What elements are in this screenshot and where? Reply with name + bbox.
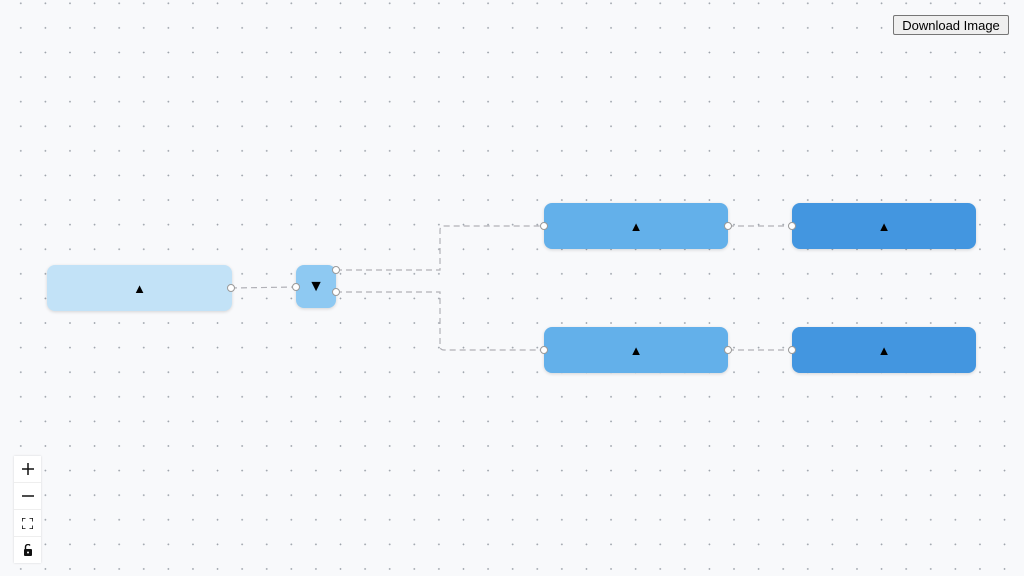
- unlock-icon: [23, 544, 32, 556]
- target-handle[interactable]: [540, 222, 548, 230]
- source-handle[interactable]: [332, 288, 340, 296]
- target-handle[interactable]: [788, 222, 796, 230]
- zoom-in-button[interactable]: [14, 456, 41, 483]
- flow-controls: [14, 456, 41, 563]
- source-handle[interactable]: [724, 222, 732, 230]
- zoom-out-button[interactable]: [14, 483, 41, 510]
- node-n3[interactable]: ▲: [544, 203, 728, 249]
- triangle-up-icon: ▲: [629, 218, 643, 234]
- triangle-up-icon: ▲: [133, 280, 146, 296]
- edge-n2-n3[interactable]: [336, 225, 544, 271]
- node-n1[interactable]: ▲: [47, 265, 232, 311]
- node-n6[interactable]: ▲: [792, 327, 976, 373]
- download-image-button[interactable]: Download Image: [893, 15, 1009, 35]
- source-handle[interactable]: [724, 346, 732, 354]
- minus-icon: [21, 495, 34, 497]
- source-handle[interactable]: [332, 266, 340, 274]
- node-n4[interactable]: ▲: [792, 203, 976, 249]
- triangle-up-icon: ▲: [877, 342, 891, 358]
- plus-icon: [21, 463, 34, 475]
- target-handle[interactable]: [292, 283, 300, 291]
- triangle-down-icon: ▼: [308, 277, 324, 295]
- lock-button[interactable]: [14, 537, 41, 563]
- edge-n2-n5[interactable]: [336, 291, 544, 351]
- source-handle[interactable]: [227, 284, 235, 292]
- target-handle[interactable]: [788, 346, 796, 354]
- target-handle[interactable]: [540, 346, 548, 354]
- triangle-up-icon: ▲: [629, 342, 643, 358]
- node-n2[interactable]: ▼: [296, 265, 336, 308]
- edge-n1-n2[interactable]: [230, 286, 297, 289]
- fit-view-button[interactable]: [14, 510, 41, 537]
- triangle-up-icon: ▲: [877, 218, 891, 234]
- fit-view-icon: [22, 517, 33, 529]
- node-n5[interactable]: ▲: [544, 327, 728, 373]
